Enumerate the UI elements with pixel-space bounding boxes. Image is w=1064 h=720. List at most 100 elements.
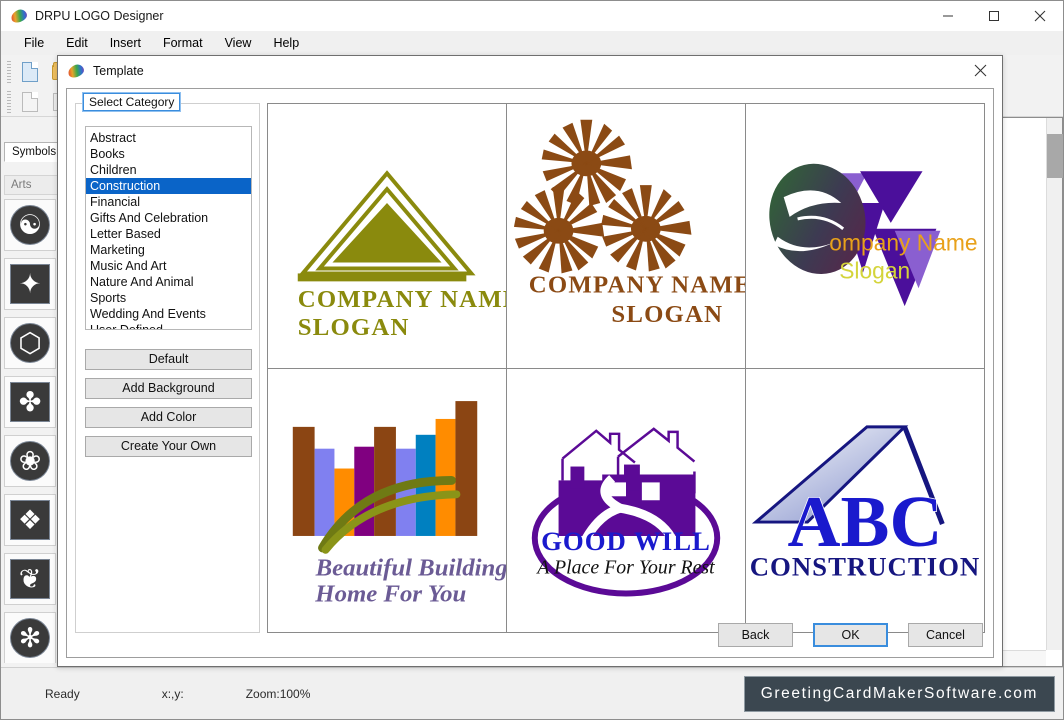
symbol-item[interactable]: ❖ bbox=[4, 494, 56, 546]
symbol-item[interactable]: ✻ bbox=[4, 612, 56, 663]
status-coordinates: x:,y: bbox=[161, 686, 184, 701]
window-title: DRPU LOGO Designer bbox=[35, 9, 164, 23]
symbol-item[interactable]: ❀ bbox=[4, 435, 56, 487]
template-grid: COMPANY NAME SLOGAN COMPANY NAME SLOGAN … bbox=[267, 103, 985, 633]
category-item-letter-based[interactable]: Letter Based bbox=[86, 226, 251, 242]
status-zoom-level: Zoom:100% bbox=[245, 686, 311, 701]
category-item-books[interactable]: Books bbox=[86, 146, 251, 162]
status-ready: Ready bbox=[45, 686, 80, 701]
category-item-children[interactable]: Children bbox=[86, 162, 251, 178]
dialog-footer: Back OK Cancel bbox=[718, 623, 983, 647]
template-line-1: ompany Name bbox=[829, 230, 977, 256]
maximize-button[interactable] bbox=[971, 1, 1017, 31]
menu-bar: File Edit Insert Format View Help bbox=[1, 31, 1063, 55]
abc-construction-logo: ABC CONSTRUCTION bbox=[750, 424, 981, 581]
template-dialog: Template Select Category Abstract Books … bbox=[57, 55, 1003, 667]
dialog-close-button[interactable] bbox=[958, 56, 1002, 85]
symbol-item[interactable]: ❦ bbox=[4, 553, 56, 605]
tab-symbols[interactable]: Symbols bbox=[4, 142, 65, 162]
arts-section-header: Arts bbox=[4, 175, 60, 195]
symbols-panel: Symbols Arts ☯ ✦ ⬡ ✤ ❀ ❖ ❦ ✻ ❦ bbox=[1, 117, 65, 667]
symbol-item[interactable]: ⬡ bbox=[4, 317, 56, 369]
template-line-2: Home For You bbox=[314, 580, 466, 607]
template-tile-abc-construction[interactable]: ABC CONSTRUCTION bbox=[746, 368, 984, 632]
good-will-houses-logo: GOOD WILL A Place For Your Rest bbox=[531, 426, 721, 596]
symbol-diamond-leaf-icon: ❖ bbox=[10, 500, 50, 540]
symbol-cross-weave-icon: ✦ bbox=[10, 264, 50, 304]
canvas-vertical-scrollbar[interactable] bbox=[1046, 118, 1063, 650]
template-line-2: CONSTRUCTION bbox=[750, 551, 981, 581]
back-button[interactable]: Back bbox=[718, 623, 793, 647]
template-line-2: SLOGAN bbox=[611, 301, 723, 328]
symbol-fan-shell-icon: ❦ bbox=[10, 559, 50, 599]
category-item-marketing[interactable]: Marketing bbox=[86, 242, 251, 258]
bar-chart-buildings-logo: Beautiful Buildings Home For You bbox=[292, 400, 506, 607]
palette-icon bbox=[66, 62, 86, 79]
scrollbar-thumb[interactable] bbox=[1047, 134, 1063, 178]
template-tile-sunburst-trio[interactable]: COMPANY NAME SLOGAN bbox=[507, 104, 745, 368]
category-item-construction[interactable]: Construction bbox=[86, 178, 251, 194]
menu-file[interactable]: File bbox=[13, 34, 55, 52]
template-line-1: COMPANY NAME bbox=[298, 286, 506, 313]
panel-tabstrip: Symbols bbox=[1, 142, 65, 164]
category-item-financial[interactable]: Financial bbox=[86, 194, 251, 210]
template-line-2: Slogan bbox=[839, 257, 910, 283]
status-bar: Ready x:,y: Zoom:100% GreetingCardMakerS… bbox=[1, 667, 1063, 719]
menu-format[interactable]: Format bbox=[152, 34, 214, 52]
watermark-text: GreetingCardMakerSoftware.com bbox=[760, 685, 1038, 702]
purple-triangles-logo: ompany Name Slogan bbox=[769, 163, 978, 307]
application-window: DRPU LOGO Designer File Edit Insert Form… bbox=[0, 0, 1064, 720]
symbol-item[interactable]: ☯ bbox=[4, 199, 56, 251]
text-document-icon[interactable] bbox=[17, 89, 43, 115]
symbol-item[interactable]: ✦ bbox=[4, 258, 56, 310]
symbol-item[interactable]: ✤ bbox=[4, 376, 56, 428]
triangle-pyramid-logo: COMPANY NAME SLOGAN bbox=[297, 170, 506, 341]
template-tile-good-will-houses[interactable]: GOOD WILL A Place For Your Rest bbox=[507, 368, 745, 632]
add-color-button[interactable]: Add Color bbox=[85, 407, 252, 428]
category-item-abstract[interactable]: Abstract bbox=[86, 130, 251, 146]
menu-view[interactable]: View bbox=[214, 34, 263, 52]
select-category-group: Select Category Abstract Books Children … bbox=[75, 92, 260, 633]
add-background-button[interactable]: Add Background bbox=[85, 378, 252, 399]
toolbar-grip[interactable] bbox=[7, 61, 11, 83]
default-button[interactable]: Default bbox=[85, 349, 252, 370]
category-list[interactable]: Abstract Books Children Construction Fin… bbox=[85, 126, 252, 330]
palette-icon bbox=[9, 7, 29, 25]
template-tile-bar-chart-buildings[interactable]: Beautiful Buildings Home For You bbox=[268, 368, 506, 632]
title-bar: DRPU LOGO Designer bbox=[1, 1, 1063, 31]
minimize-button[interactable] bbox=[925, 1, 971, 31]
toolbar-grip-secondary[interactable] bbox=[7, 91, 11, 113]
symbol-clover-icon: ✤ bbox=[10, 382, 50, 422]
category-item-user-defined[interactable]: User Defined bbox=[86, 322, 251, 329]
dialog-title: Template bbox=[93, 63, 144, 78]
symbol-bloom-icon: ❀ bbox=[10, 441, 50, 481]
symbol-triskelion-icon: ☯ bbox=[10, 205, 50, 245]
category-item-nature-and-animal[interactable]: Nature And Animal bbox=[86, 274, 251, 290]
category-item-wedding-and-events[interactable]: Wedding And Events bbox=[86, 306, 251, 322]
symbol-list[interactable]: ☯ ✦ ⬡ ✤ ❀ ❖ ❦ ✻ ❦ bbox=[4, 199, 60, 663]
template-tile-triangle-pyramid[interactable]: COMPANY NAME SLOGAN bbox=[268, 104, 506, 368]
template-line-2: SLOGAN bbox=[298, 314, 410, 341]
category-item-gifts-and-celebration[interactable]: Gifts And Celebration bbox=[86, 210, 251, 226]
close-button[interactable] bbox=[1017, 1, 1063, 31]
cancel-button[interactable]: Cancel bbox=[908, 623, 983, 647]
template-line-1: GOOD WILL bbox=[541, 525, 711, 555]
menu-insert[interactable]: Insert bbox=[99, 34, 152, 52]
new-document-icon[interactable] bbox=[17, 59, 43, 85]
template-line-2: A Place For Your Rest bbox=[535, 556, 715, 578]
create-your-own-button[interactable]: Create Your Own bbox=[85, 436, 252, 457]
template-tile-purple-triangles[interactable]: ompany Name Slogan bbox=[746, 104, 984, 368]
template-line-1: Beautiful Buildings bbox=[315, 554, 506, 581]
category-item-sports[interactable]: Sports bbox=[86, 290, 251, 306]
ok-button[interactable]: OK bbox=[813, 623, 888, 647]
select-category-legend: Select Category bbox=[81, 92, 182, 112]
dialog-title-bar: Template bbox=[58, 56, 1002, 85]
symbol-rosette-icon: ✻ bbox=[10, 618, 50, 658]
menu-help[interactable]: Help bbox=[262, 34, 310, 52]
template-line-1: ABC bbox=[788, 480, 943, 561]
menu-edit[interactable]: Edit bbox=[55, 34, 99, 52]
template-line-1: COMPANY NAME bbox=[529, 271, 745, 298]
watermark-banner: GreetingCardMakerSoftware.com bbox=[743, 676, 1055, 712]
category-item-music-and-art[interactable]: Music And Art bbox=[86, 258, 251, 274]
dialog-body: Select Category Abstract Books Children … bbox=[66, 88, 994, 658]
